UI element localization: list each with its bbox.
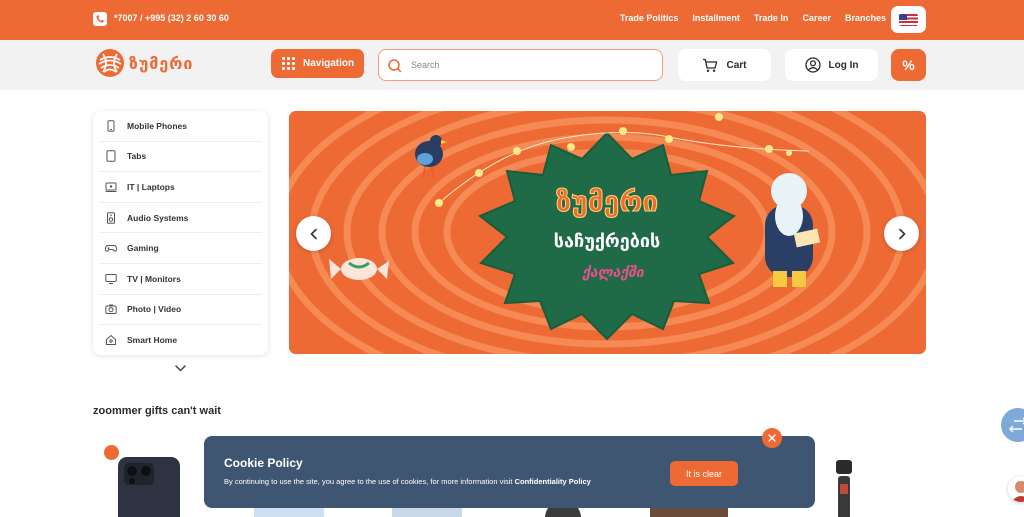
logo[interactable]: ზუმერი xyxy=(95,48,193,78)
phone-icon xyxy=(93,12,107,26)
cart-icon xyxy=(703,58,718,72)
chevron-down-icon[interactable] xyxy=(174,364,187,373)
grid-icon xyxy=(282,57,295,70)
product-gimbal-camera-image[interactable] xyxy=(832,458,856,517)
cookie-close-button[interactable] xyxy=(762,428,782,448)
phone-number[interactable]: *7007 / +995 (32) 2 60 30 60 xyxy=(114,13,229,23)
chevron-right-icon xyxy=(898,228,906,239)
camera-icon xyxy=(105,304,117,315)
compare-button[interactable] xyxy=(1001,408,1024,442)
category-mobile-phones[interactable]: Mobile Phones xyxy=(99,111,262,142)
banner-artwork: ზუმერი საჩუქრების ქალაქში xyxy=(289,111,926,354)
login-label: Log In xyxy=(828,59,859,71)
category-smart-home[interactable]: Smart Home xyxy=(99,325,262,356)
tv-icon xyxy=(105,273,117,284)
link-trade-in[interactable]: Trade In xyxy=(754,13,789,23)
support-avatar[interactable] xyxy=(1008,476,1024,502)
category-it-laptops[interactable]: IT | Laptops xyxy=(99,172,262,203)
top-links: Trade Politics Installment Trade In Care… xyxy=(620,13,886,23)
hero-banner[interactable]: ზუმერი საჩუქრების ქალაქში xyxy=(289,111,926,354)
section-title: zoommer gifts can't wait xyxy=(93,405,221,417)
cookie-text: By continuing to use the site, you agree… xyxy=(224,477,591,486)
search-icon xyxy=(388,58,402,72)
logo-text: ზუმერი xyxy=(129,53,194,73)
chevron-left-icon xyxy=(309,228,317,239)
banner-prev-button[interactable] xyxy=(296,216,331,251)
avatar-icon xyxy=(1011,481,1024,502)
link-branches[interactable]: Branches xyxy=(845,13,886,23)
cart-button[interactable]: Cart xyxy=(678,49,771,81)
banner-title: ზუმერი xyxy=(556,185,658,218)
user-icon xyxy=(804,57,821,73)
tablet-icon xyxy=(106,150,116,163)
confidentiality-policy-link[interactable]: Confidentiality Policy xyxy=(515,477,591,486)
link-trade-politics[interactable]: Trade Politics xyxy=(620,13,679,23)
category-tabs[interactable]: Tabs xyxy=(99,142,262,173)
banner-next-button[interactable] xyxy=(884,216,919,251)
category-photo-video[interactable]: Photo | Video xyxy=(99,295,262,326)
gamepad-icon xyxy=(105,245,117,252)
cookie-banner: Cookie Policy By continuing to use the s… xyxy=(204,436,815,508)
category-menu: Mobile Phones Tabs IT | Laptops Audio Sy… xyxy=(93,111,268,355)
category-audio-systems[interactable]: Audio Systems xyxy=(99,203,262,234)
home-icon xyxy=(106,335,116,346)
cookie-accept-button[interactable]: It is clear xyxy=(670,461,738,486)
banner-subtitle: საჩუქრების xyxy=(554,231,660,252)
cart-label: Cart xyxy=(726,59,747,71)
close-icon xyxy=(768,434,776,442)
banner-tagline: ქალაქში xyxy=(581,265,645,281)
product-phone-image[interactable] xyxy=(116,455,182,517)
zoommer-logo-icon xyxy=(96,49,124,77)
phone-icon xyxy=(107,120,115,132)
cookie-title: Cookie Policy xyxy=(224,456,303,470)
promo-button[interactable]: % xyxy=(891,49,926,81)
language-button[interactable] xyxy=(891,6,926,33)
navigation-label: Navigation xyxy=(303,58,355,69)
link-installment[interactable]: Installment xyxy=(692,13,740,23)
top-bar: *7007 / +995 (32) 2 60 30 60 Trade Polit… xyxy=(0,0,1024,40)
speaker-icon xyxy=(107,211,115,224)
search-input[interactable] xyxy=(411,60,641,70)
login-button[interactable]: Log In xyxy=(785,49,878,81)
swap-arrows-icon xyxy=(1009,417,1024,433)
search-box[interactable] xyxy=(378,49,663,81)
category-tv-monitors[interactable]: TV | Monitors xyxy=(99,264,262,295)
navigation-button[interactable]: Navigation xyxy=(271,49,364,78)
laptop-icon xyxy=(105,182,117,192)
category-gaming[interactable]: Gaming xyxy=(99,233,262,264)
us-flag-icon xyxy=(899,13,918,26)
link-career[interactable]: Career xyxy=(802,13,831,23)
